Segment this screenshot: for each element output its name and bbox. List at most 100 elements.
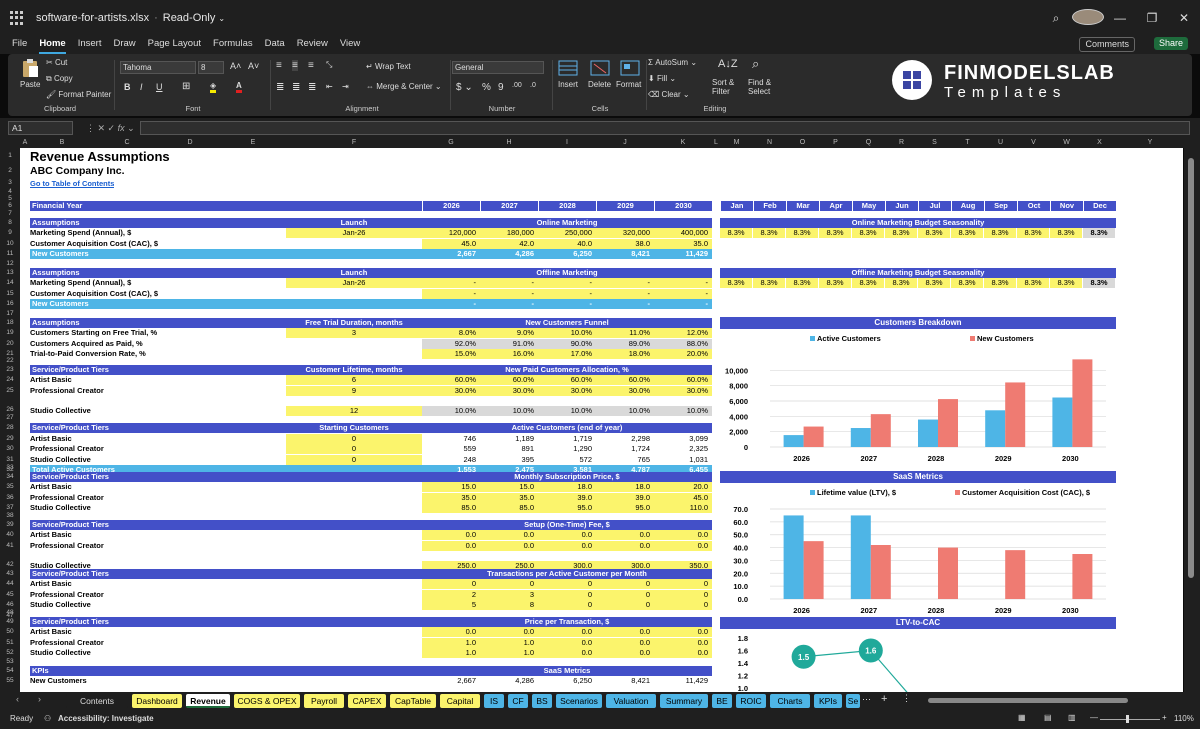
column-header-c[interactable]: C xyxy=(94,138,160,148)
add-sheet-icon[interactable]: + xyxy=(881,693,887,705)
seasonality-cell[interactable]: 8.3% xyxy=(852,228,885,239)
value-cell[interactable]: 0 xyxy=(596,600,654,611)
seasonality-cell[interactable]: 8.3% xyxy=(753,278,786,289)
row-header-8[interactable]: 8 xyxy=(0,218,20,228)
input-cell[interactable]: 3 xyxy=(286,328,422,339)
sheet-tab-capital[interactable]: Capital xyxy=(440,694,480,708)
value-cell[interactable]: 0.0 xyxy=(480,627,538,638)
align-left-icon[interactable]: ≣ xyxy=(276,82,284,93)
row-header-48[interactable]: 48 xyxy=(0,609,20,617)
insert-icon[interactable] xyxy=(558,58,578,78)
value-cell[interactable]: 18.0 xyxy=(538,482,596,493)
row-header-53[interactable]: 53 xyxy=(0,658,20,666)
value-cell[interactable]: 0.0 xyxy=(596,530,654,541)
more-sheets-icon[interactable]: ⋯ xyxy=(862,694,871,705)
value-cell[interactable]: 30.0% xyxy=(538,385,596,396)
seasonality-cell[interactable]: 8.3% xyxy=(753,228,786,239)
row-header-20[interactable]: 20 xyxy=(0,339,20,349)
value-cell[interactable]: 746 xyxy=(422,434,480,444)
value-cell[interactable]: 35.0 xyxy=(422,492,480,503)
column-header-h[interactable]: H xyxy=(480,138,538,148)
cut-button[interactable]: ✂ Cut xyxy=(46,58,67,67)
sheet-tab-roic[interactable]: ROIC xyxy=(736,694,766,708)
value-cell[interactable]: 1,031 xyxy=(654,455,712,465)
menu-home[interactable]: Home xyxy=(39,36,66,54)
column-header-w[interactable]: W xyxy=(1050,138,1083,148)
column-header-k[interactable]: K xyxy=(654,138,712,148)
seasonality-cell[interactable]: 8.3% xyxy=(1083,278,1116,289)
sheet-tab-charts[interactable]: Charts xyxy=(770,694,810,708)
value-cell[interactable]: 20.0% xyxy=(654,349,712,360)
column-header-b[interactable]: B xyxy=(30,138,94,148)
value-cell[interactable]: 4,286 xyxy=(480,676,538,686)
value-cell[interactable]: 0.0 xyxy=(596,540,654,551)
seasonality-cell[interactable]: 8.3% xyxy=(1083,228,1116,239)
row-header-2[interactable]: 2 xyxy=(0,164,20,178)
value-cell[interactable]: 0 xyxy=(654,600,712,611)
currency-icon[interactable]: $ ⌄ xyxy=(456,82,473,93)
value-cell[interactable]: 10.0% xyxy=(654,406,712,416)
seasonality-cell[interactable]: 8.3% xyxy=(786,278,819,289)
value-cell[interactable]: 0.0 xyxy=(422,530,480,541)
value-cell[interactable]: 0 xyxy=(538,579,596,590)
menu-page-layout[interactable]: Page Layout xyxy=(148,36,201,52)
value-cell[interactable]: 91.0% xyxy=(480,338,538,349)
input-cell[interactable] xyxy=(286,239,422,249)
next-sheet-icon[interactable]: › xyxy=(38,694,41,704)
value-cell[interactable]: 1.0 xyxy=(422,637,480,648)
value-cell[interactable]: 2 xyxy=(422,589,480,600)
comments-button[interactable]: Comments xyxy=(1079,37,1135,52)
align-center-icon[interactable]: ≣ xyxy=(292,82,300,93)
value-cell[interactable]: 110.0 xyxy=(654,503,712,514)
row-header-12[interactable]: 12 xyxy=(0,260,20,268)
value-cell[interactable]: 0.0 xyxy=(654,540,712,551)
value-cell[interactable]: 10.0% xyxy=(538,406,596,416)
value-cell[interactable]: 5 xyxy=(422,600,480,611)
autosum-button[interactable]: Σ AutoSum ⌄ xyxy=(648,58,697,67)
row-header-49[interactable]: 49 xyxy=(0,617,20,627)
restore-icon[interactable]: ❐ xyxy=(1136,11,1168,25)
row-header-33[interactable]: 33 xyxy=(0,464,20,472)
seasonality-cell[interactable]: 8.3% xyxy=(918,228,951,239)
value-cell[interactable]: 16.0% xyxy=(480,349,538,360)
column-header-n[interactable]: N xyxy=(753,138,786,148)
value-cell[interactable]: 30.0% xyxy=(480,385,538,396)
row-header-52[interactable]: 52 xyxy=(0,648,20,658)
seasonality-cell[interactable]: 8.3% xyxy=(1050,228,1083,239)
row-header-17[interactable]: 17 xyxy=(0,310,20,318)
italic-icon[interactable]: I xyxy=(140,82,143,92)
value-cell[interactable]: 0.0 xyxy=(654,530,712,541)
minimize-icon[interactable]: — xyxy=(1104,11,1136,25)
prev-sheet-icon[interactable]: ‹ xyxy=(16,694,19,704)
value-cell[interactable]: 85.0 xyxy=(422,503,480,514)
read-only-status[interactable]: Read-Only xyxy=(163,12,216,24)
column-header-o[interactable]: O xyxy=(786,138,819,148)
value-cell[interactable]: 248 xyxy=(422,455,480,465)
align-middle-icon[interactable]: ≡ xyxy=(292,60,298,71)
percent-icon[interactable]: % xyxy=(482,82,491,93)
column-header-p[interactable]: P xyxy=(819,138,852,148)
value-cell[interactable]: 0.0 xyxy=(654,648,712,659)
orientation-icon[interactable]: ⤡ xyxy=(326,60,332,70)
sheet-tab-se[interactable]: Se xyxy=(846,694,860,708)
value-cell[interactable]: 1,724 xyxy=(596,444,654,454)
toc-link[interactable]: Go to Table of Contents xyxy=(30,179,114,189)
number-format-select[interactable]: General xyxy=(452,61,544,74)
value-cell[interactable]: 15.0% xyxy=(422,349,480,360)
row-header-44[interactable]: 44 xyxy=(0,579,20,589)
column-header-i[interactable]: I xyxy=(538,138,596,148)
name-box[interactable]: A1 xyxy=(8,121,73,135)
input-cell[interactable]: 0 xyxy=(286,444,422,455)
row-header-39[interactable]: 39 xyxy=(0,520,20,530)
zoom-slider-thumb[interactable] xyxy=(1126,715,1129,723)
value-cell[interactable]: - xyxy=(422,288,480,299)
align-bottom-icon[interactable]: ≡ xyxy=(308,60,314,71)
value-cell[interactable]: 0 xyxy=(480,579,538,590)
value-cell[interactable]: - xyxy=(596,278,654,289)
row-header-25[interactable]: 25 xyxy=(0,386,20,396)
zoom-slider[interactable] xyxy=(1100,719,1160,720)
value-cell[interactable]: 1.0 xyxy=(422,648,480,659)
column-header-d[interactable]: D xyxy=(160,138,220,148)
close-icon[interactable]: ✕ xyxy=(1168,11,1200,25)
row-header-55[interactable]: 55 xyxy=(0,676,20,686)
